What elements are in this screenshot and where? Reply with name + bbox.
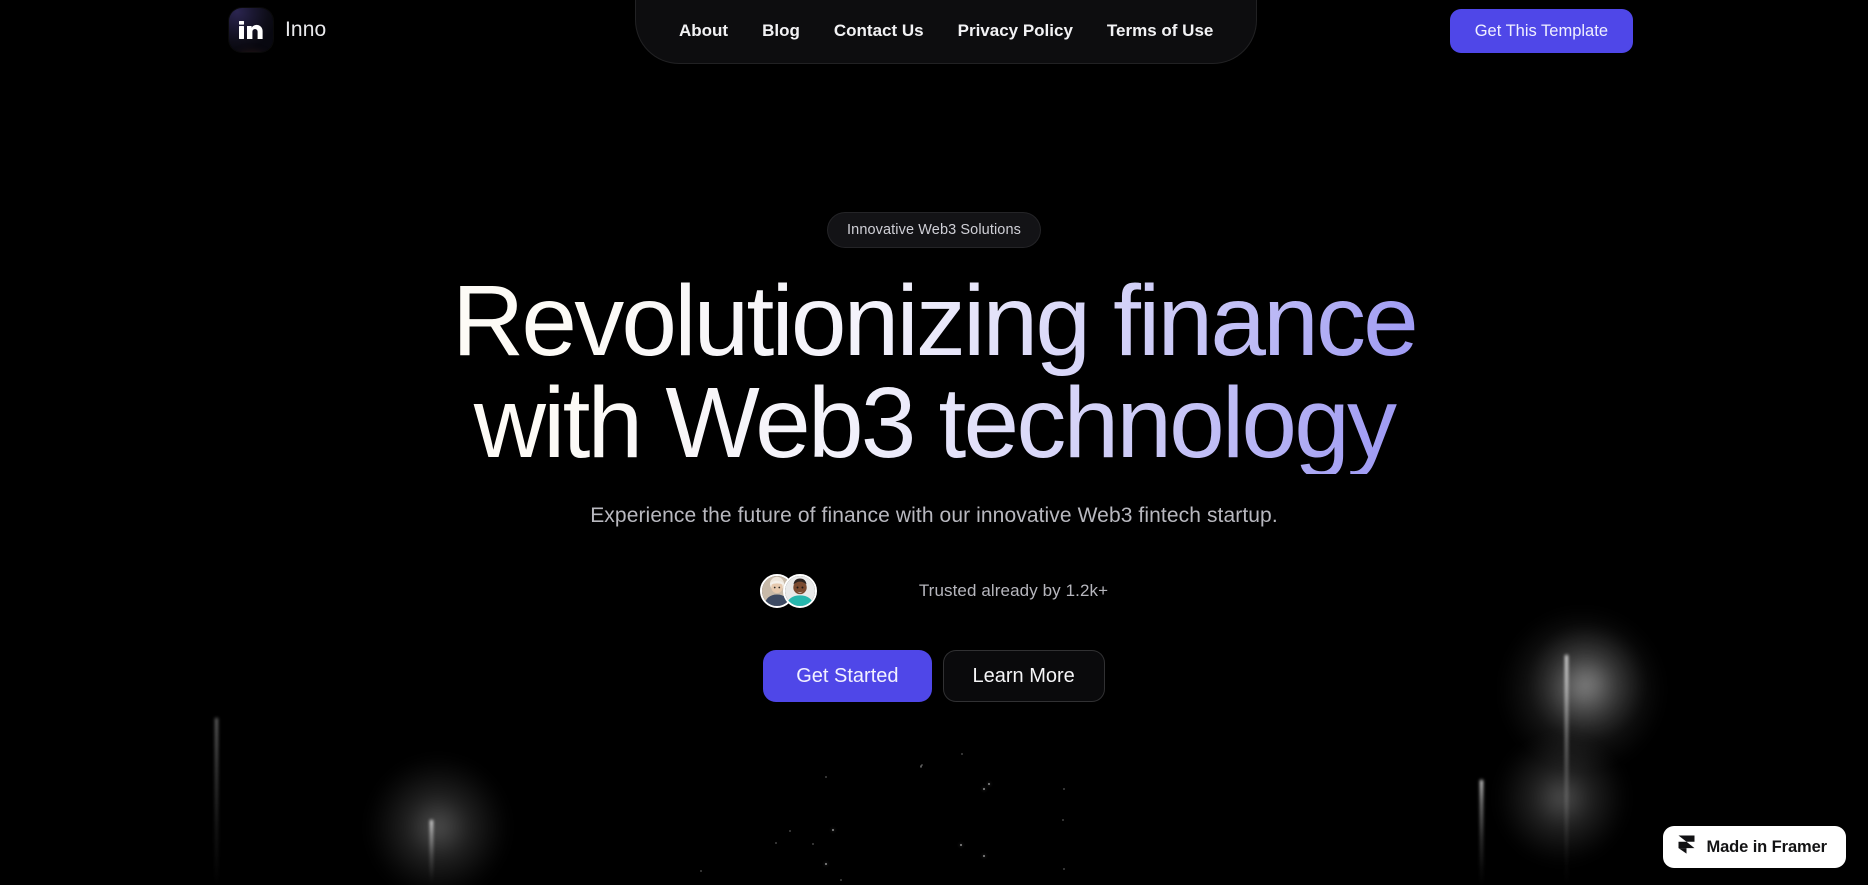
site-header: Inno About Blog Contact Us Privacy Polic… bbox=[0, 0, 1868, 66]
inno-monogram-icon bbox=[229, 8, 273, 52]
nav-item-about[interactable]: About bbox=[662, 15, 745, 47]
particle bbox=[775, 842, 777, 844]
nav-item-blog[interactable]: Blog bbox=[745, 15, 817, 47]
social-proof: Trusted already by 1.2k+ bbox=[0, 574, 1868, 608]
particle bbox=[825, 776, 827, 778]
particle bbox=[832, 829, 834, 831]
made-in-framer-badge[interactable]: Made in Framer bbox=[1663, 826, 1846, 868]
light-streak bbox=[430, 820, 433, 885]
particle bbox=[812, 843, 814, 845]
main-navigation: About Blog Contact Us Privacy Policy Ter… bbox=[635, 0, 1258, 64]
particle bbox=[1063, 788, 1065, 790]
light-streak bbox=[215, 718, 218, 885]
particle bbox=[825, 863, 827, 865]
particle bbox=[983, 788, 985, 790]
light-halo bbox=[1497, 733, 1627, 863]
made-in-framer-label: Made in Framer bbox=[1706, 837, 1827, 856]
particle bbox=[961, 753, 963, 755]
framer-logo-icon bbox=[1678, 835, 1695, 859]
headline-line-1: Revolutionizing finance bbox=[451, 265, 1417, 377]
particle bbox=[840, 879, 842, 881]
page-title: Revolutionizing finance with Web3 techno… bbox=[0, 270, 1868, 474]
particle bbox=[920, 766, 922, 768]
hero-cta-row: Get Started Learn More bbox=[0, 650, 1868, 702]
particle bbox=[983, 855, 985, 857]
nav-item-terms-of-use[interactable]: Terms of Use bbox=[1090, 15, 1230, 47]
particle bbox=[700, 870, 702, 872]
hero-eyebrow-badge: Innovative Web3 Solutions bbox=[827, 212, 1041, 248]
particle bbox=[1063, 868, 1065, 870]
social-proof-text: Trusted already by 1.2k+ bbox=[918, 581, 1109, 600]
get-started-button[interactable]: Get Started bbox=[763, 650, 932, 702]
nav-item-contact-us[interactable]: Contact Us bbox=[817, 15, 941, 47]
avatar-stack bbox=[759, 574, 817, 608]
particle bbox=[921, 764, 923, 766]
hero-subheadline: Experience the future of finance with ou… bbox=[590, 504, 1278, 527]
brand-name: Inno bbox=[285, 18, 327, 41]
nav-item-privacy-policy[interactable]: Privacy Policy bbox=[941, 15, 1090, 47]
particle bbox=[988, 783, 990, 785]
hero-section: Innovative Web3 Solutions Revolutionizin… bbox=[0, 66, 1868, 702]
get-this-template-button[interactable]: Get This Template bbox=[1449, 9, 1633, 53]
brand-logo-link[interactable]: Inno bbox=[229, 8, 326, 52]
learn-more-button[interactable]: Learn More bbox=[942, 650, 1105, 702]
light-halo bbox=[368, 757, 508, 885]
headline-line-2: with Web3 technology bbox=[473, 367, 1395, 479]
avatar bbox=[782, 574, 817, 608]
light-streak bbox=[1480, 780, 1483, 885]
particle bbox=[1062, 819, 1064, 821]
particle bbox=[920, 765, 922, 767]
particle bbox=[960, 844, 962, 846]
particle bbox=[789, 830, 791, 832]
